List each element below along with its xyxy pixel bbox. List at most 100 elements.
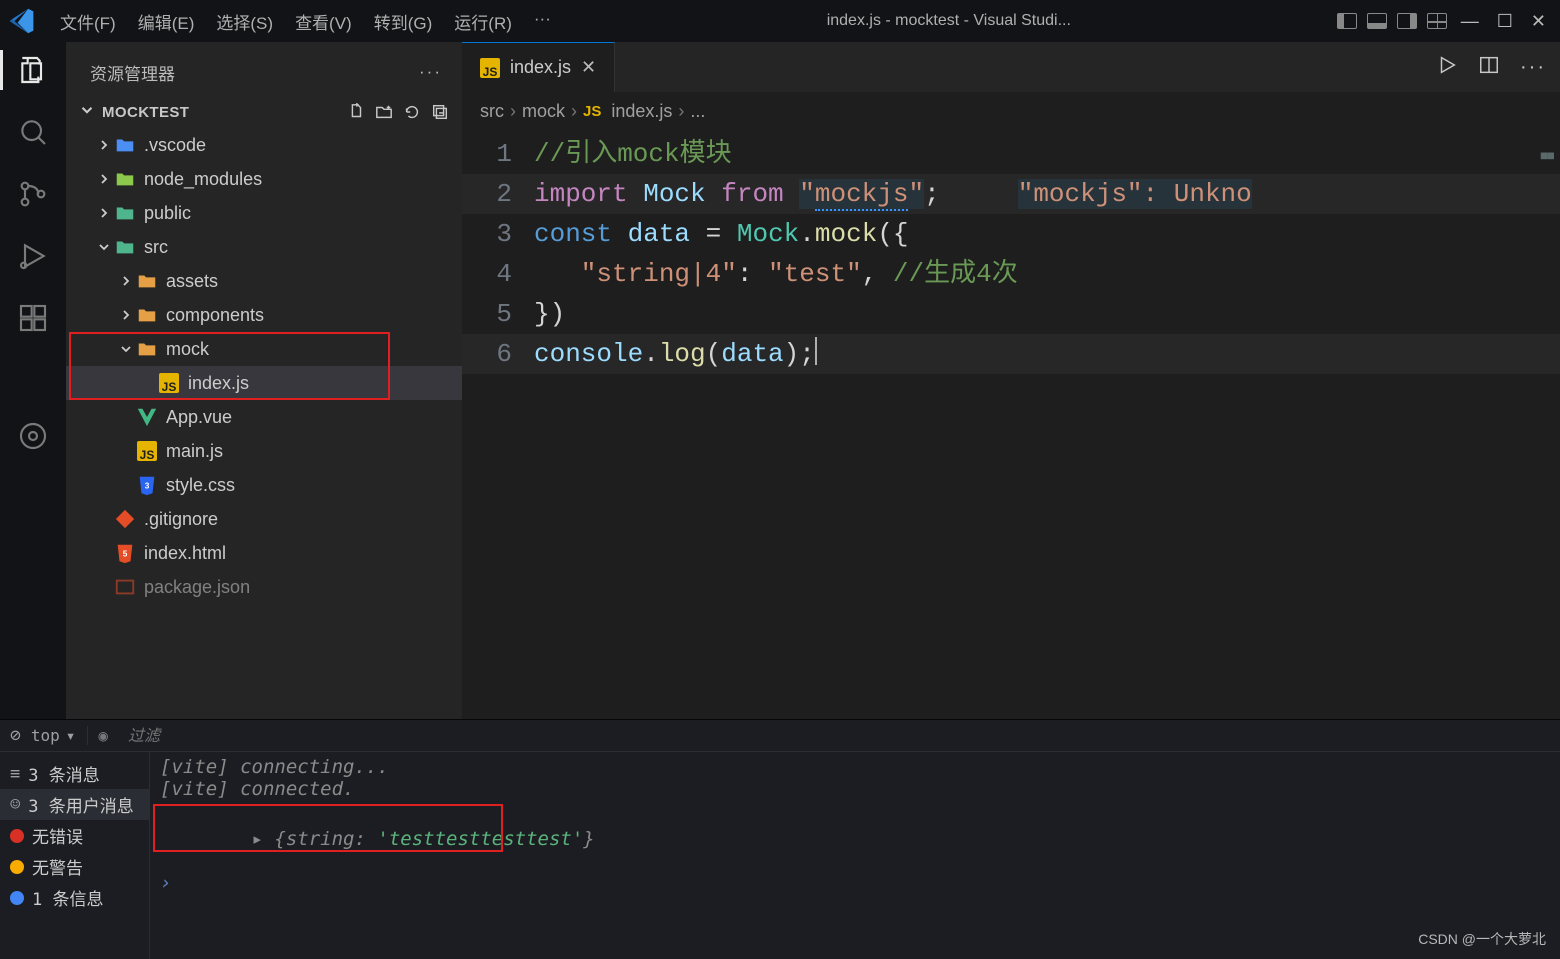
code-text[interactable]: import Mock from "mockjs"; "mockjs": Unk…: [534, 174, 1560, 214]
folder-icon: [114, 236, 136, 258]
live-expression-icon[interactable]: ◉: [98, 726, 108, 745]
line-number: 3: [462, 214, 534, 254]
code-line[interactable]: 4 "string|4": "test", //生成4次: [462, 254, 1560, 294]
console-sidebar: ≡3 条消息☺3 条用户消息无错误无警告1 条信息: [0, 752, 150, 959]
collapse-all-icon[interactable]: [428, 100, 452, 124]
project-section-header[interactable]: MOCKTEST: [66, 96, 462, 128]
code-editor[interactable]: ▄▄ 1//引入mock模块2import Mock from "mockjs"…: [462, 130, 1560, 719]
tree-label: index.js: [188, 373, 249, 394]
layout-left-icon[interactable]: [1337, 13, 1357, 29]
sidebar-more-icon[interactable]: ···: [419, 62, 442, 82]
folder-icon: [136, 338, 158, 360]
chevron-right-icon[interactable]: [116, 273, 136, 289]
menu-edit[interactable]: 编辑(E): [128, 5, 205, 38]
git-icon: [114, 508, 136, 530]
file-tree: .vscode node_modulespublic srcassetscompon…: [66, 128, 462, 719]
tree-components[interactable]: components: [66, 298, 462, 332]
js-icon: JS: [583, 103, 601, 120]
crumb-file[interactable]: index.js: [611, 101, 672, 122]
context-selector[interactable]: top ▾: [31, 726, 89, 745]
tree-label: public: [144, 203, 191, 224]
menu-go[interactable]: 转到(G): [364, 5, 443, 38]
console-filter-row[interactable]: 1 条信息: [0, 882, 149, 913]
console-output[interactable]: [vite] connecting... [vite] connected. ▸…: [150, 752, 1560, 959]
tree-vscode[interactable]: .vscode: [66, 128, 462, 162]
highlight-box: mockJSindex.js: [66, 332, 462, 400]
tree-index-html[interactable]: 5index.html: [66, 536, 462, 570]
chevron-right-icon[interactable]: [94, 137, 114, 153]
tree-main-js[interactable]: JSmain.js: [66, 434, 462, 468]
close-button[interactable]: ✕: [1531, 11, 1546, 32]
minimize-button[interactable]: —: [1461, 11, 1479, 32]
close-tab-icon[interactable]: ✕: [581, 57, 596, 78]
tree-gitignore[interactable]: .gitignore: [66, 502, 462, 536]
explorer-icon[interactable]: [15, 52, 51, 88]
console-object-line[interactable]: ▸ {string: 'testtesttesttest'}: [160, 806, 1550, 872]
maximize-button[interactable]: ☐: [1497, 11, 1513, 32]
project-name: MOCKTEST: [102, 104, 189, 121]
code-line[interactable]: 1//引入mock模块: [462, 134, 1560, 174]
tree-index-js[interactable]: JSindex.js: [66, 366, 462, 400]
code-line[interactable]: 5}): [462, 294, 1560, 334]
remote-icon[interactable]: [15, 418, 51, 454]
code-text[interactable]: }): [534, 294, 1560, 334]
code-text[interactable]: const data = Mock.mock({: [534, 214, 1560, 254]
html-icon: 5: [114, 542, 136, 564]
code-text[interactable]: //引入mock模块: [534, 134, 1560, 174]
minimap[interactable]: ▄▄: [1541, 134, 1554, 174]
menu-file[interactable]: 文件(F): [50, 5, 126, 38]
menu-selection[interactable]: 选择(S): [206, 5, 283, 38]
extensions-icon[interactable]: [15, 300, 51, 336]
expand-icon[interactable]: ▸ {: [252, 828, 286, 850]
refresh-icon[interactable]: [400, 100, 424, 124]
crumb-src[interactable]: src: [480, 101, 504, 122]
layout-bottom-icon[interactable]: [1367, 13, 1387, 29]
code-line[interactable]: 3const data = Mock.mock({: [462, 214, 1560, 254]
code-line[interactable]: 2import Mock from "mockjs"; "mockjs": Un…: [462, 174, 1560, 214]
new-folder-icon[interactable]: [372, 100, 396, 124]
chevron-right-icon[interactable]: [116, 307, 136, 323]
chevron-right-icon[interactable]: [94, 205, 114, 221]
chevron-down-icon[interactable]: [116, 341, 136, 357]
tab-index-js[interactable]: JS index.js ✕: [462, 42, 615, 92]
source-control-icon[interactable]: [15, 176, 51, 212]
chevron-down-icon[interactable]: [94, 239, 114, 255]
layout-grid-icon[interactable]: [1427, 13, 1447, 29]
menu-run[interactable]: 运行(R): [444, 5, 522, 38]
block-icon[interactable]: ⊘: [10, 725, 21, 746]
line-number: 5: [462, 294, 534, 334]
tree-label: node_modules: [144, 169, 262, 190]
run-debug-icon[interactable]: [15, 238, 51, 274]
crumb-mock[interactable]: mock: [522, 101, 565, 122]
split-editor-icon[interactable]: [1478, 54, 1500, 81]
run-file-icon[interactable]: [1436, 54, 1458, 81]
tree-mock[interactable]: mock: [66, 332, 462, 366]
console-filter-row[interactable]: 无警告: [0, 851, 149, 882]
breadcrumbs[interactable]: src › mock › JS index.js › ...: [462, 92, 1560, 130]
tree-public[interactable]: public: [66, 196, 462, 230]
tree-node-modules[interactable]: node_modules: [66, 162, 462, 196]
console-filter-row[interactable]: ≡3 条消息: [0, 758, 149, 789]
filter-input[interactable]: [118, 725, 1550, 746]
chevron-right-icon[interactable]: [94, 171, 114, 187]
context-label: top: [31, 726, 60, 745]
tree-app-vue[interactable]: App.vue: [66, 400, 462, 434]
tree-package-json[interactable]: package.json: [66, 570, 462, 604]
code-text[interactable]: console.log(data);: [534, 334, 1560, 374]
tree-assets[interactable]: assets: [66, 264, 462, 298]
new-file-icon[interactable]: [344, 100, 368, 124]
menu-more[interactable]: ···: [524, 5, 561, 38]
json-icon: [114, 576, 136, 598]
console-filter-row[interactable]: 无错误: [0, 820, 149, 851]
folder-icon: [114, 168, 136, 190]
console-filter-row[interactable]: ☺3 条用户消息: [0, 789, 149, 820]
menu-view[interactable]: 查看(V): [285, 5, 362, 38]
search-icon[interactable]: [15, 114, 51, 150]
code-text[interactable]: "string|4": "test", //生成4次: [534, 254, 1560, 294]
editor-more-icon[interactable]: ···: [1520, 56, 1546, 79]
code-line[interactable]: 6console.log(data);: [462, 334, 1560, 374]
tree-src[interactable]: src: [66, 230, 462, 264]
crumb-more[interactable]: ...: [690, 101, 705, 122]
tree-style-css[interactable]: 3style.css: [66, 468, 462, 502]
layout-right-icon[interactable]: [1397, 13, 1417, 29]
